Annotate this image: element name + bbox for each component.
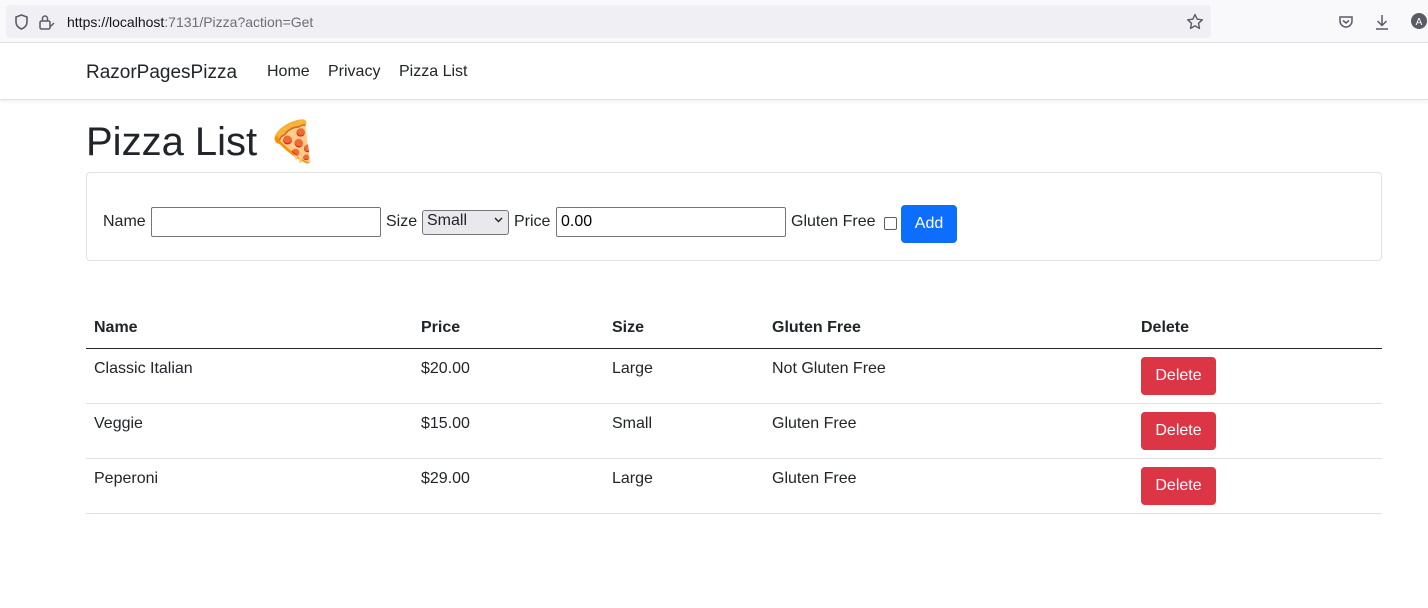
name-input[interactable]	[151, 207, 381, 237]
nav-link-privacy[interactable]: Privacy	[328, 63, 380, 81]
cell-price: $15.00	[421, 415, 470, 432]
url-path: :7131/Pizza?action=Get	[164, 14, 314, 30]
column-header-delete: Delete	[1141, 319, 1190, 336]
lock-icon[interactable]	[38, 13, 56, 35]
pocket-icon[interactable]	[1338, 14, 1354, 34]
table-row-divider	[86, 458, 1382, 459]
svg-text:A: A	[1416, 17, 1423, 28]
column-header-gluten-free: Gluten Free	[772, 319, 861, 336]
cell-size: Large	[612, 470, 653, 487]
browser-toolbar: https://localhost:7131/Pizza?action=Get …	[0, 0, 1428, 43]
size-label: Size	[386, 213, 418, 230]
delete-button[interactable]: Delete	[1141, 357, 1216, 395]
site-navbar: RazorPagesPizza Home Privacy Pizza List	[0, 43, 1428, 100]
cell-name: Peperoni	[94, 470, 159, 487]
gluten-free-checkbox[interactable]	[884, 217, 897, 230]
brand-link[interactable]: RazorPagesPizza	[86, 62, 237, 84]
price-input[interactable]	[556, 207, 786, 237]
column-header-name: Name	[94, 319, 138, 336]
price-label: Price	[514, 213, 551, 230]
delete-button[interactable]: Delete	[1141, 412, 1216, 450]
size-select-value: Small	[427, 212, 468, 229]
name-label: Name	[103, 213, 146, 230]
cell-price: $29.00	[421, 470, 470, 487]
column-header-size: Size	[612, 319, 645, 336]
account-avatar-icon[interactable]: A	[1410, 12, 1428, 34]
cell-name: Veggie	[94, 415, 143, 432]
cell-gluten-free: Gluten Free	[772, 470, 857, 487]
cell-name: Classic Italian	[94, 360, 193, 377]
cell-gluten-free: Not Gluten Free	[772, 360, 886, 377]
url-text[interactable]: https://localhost:7131/Pizza?action=Get	[67, 14, 313, 30]
download-icon[interactable]	[1374, 13, 1390, 35]
table-header-divider	[86, 348, 1382, 349]
add-button[interactable]: Add	[901, 205, 957, 243]
size-select[interactable]: Small	[422, 210, 509, 235]
column-header-price: Price	[421, 319, 461, 336]
table-row-divider	[86, 403, 1382, 404]
shield-icon[interactable]	[14, 14, 29, 34]
url-host: https://localhost	[67, 14, 165, 30]
gluten-free-label: Gluten Free	[791, 213, 876, 230]
cell-price: $20.00	[421, 360, 470, 377]
nav-link-home[interactable]: Home	[267, 63, 310, 81]
nav-link-pizza-list[interactable]: Pizza List	[399, 63, 467, 81]
page-title: Pizza List 🍕	[86, 120, 319, 164]
cell-size: Large	[612, 360, 653, 377]
delete-button[interactable]: Delete	[1141, 467, 1216, 505]
cell-gluten-free: Gluten Free	[772, 415, 857, 432]
chevron-down-icon	[494, 215, 503, 227]
table-row-divider	[86, 513, 1382, 514]
bookmark-star-icon[interactable]	[1186, 13, 1204, 35]
cell-size: Small	[612, 415, 653, 432]
